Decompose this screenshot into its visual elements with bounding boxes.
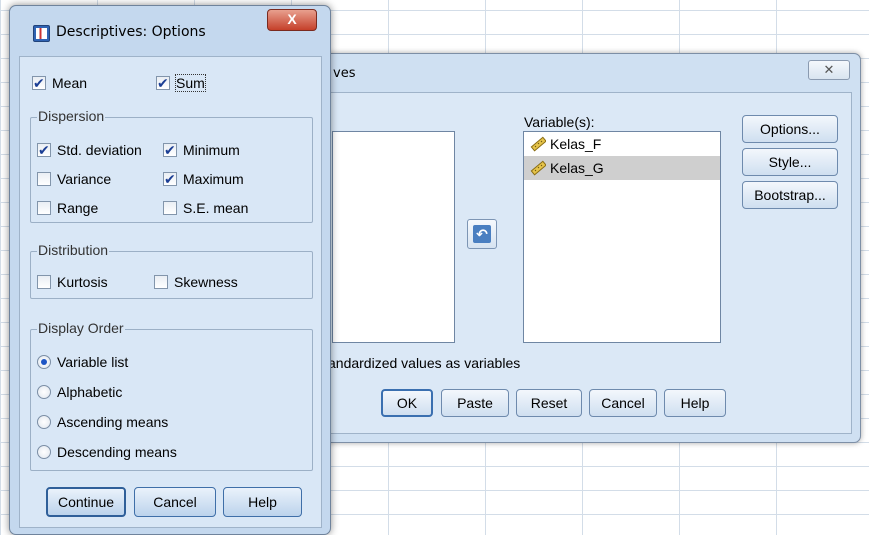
left-arrow-icon: ↶ (473, 225, 491, 243)
minimum-label: Minimum (183, 142, 240, 158)
distribution-group: Distribution Kurtosis Skewness (30, 242, 313, 299)
descriptives-dialog-body: ↶ Variable(s): Kelas_F Kelas_G Options..… (328, 92, 852, 434)
ruler-icon (530, 160, 546, 176)
variance-label: Variance (57, 171, 112, 187)
checkbox-checked-icon (163, 169, 177, 189)
mean-label: Mean (52, 75, 88, 91)
options-dialog-title: Descriptives: Options (56, 24, 206, 40)
source-variable-list[interactable] (332, 131, 455, 343)
checkbox-unchecked-icon (37, 172, 51, 186)
reset-button[interactable]: Reset (516, 389, 582, 417)
variable-list-radio[interactable]: Variable list (37, 352, 128, 372)
ascending-means-label: Ascending means (57, 414, 169, 430)
descriptives-dialog: ves ✕ ↶ Variable(s): Kelas_F Kelas_G Opt… (320, 53, 861, 443)
options-dialog: Descriptives: Options X Mean Sum Dispers… (9, 5, 331, 535)
std-deviation-label: Std. deviation (57, 142, 142, 158)
maximum-label: Maximum (183, 171, 244, 187)
distribution-legend: Distribution (37, 242, 110, 258)
target-variable-list[interactable]: Kelas_F Kelas_G (523, 131, 721, 343)
kurtosis-label: Kurtosis (57, 274, 108, 290)
move-variable-button[interactable]: ↶ (467, 219, 497, 249)
save-standardized-label: andardized values as variables (328, 355, 521, 371)
help-button[interactable]: Help (223, 487, 302, 517)
radio-unselected-icon (37, 415, 51, 429)
variable-name: Kelas_F (550, 136, 602, 152)
std-deviation-checkbox[interactable]: Std. deviation (37, 140, 142, 160)
spss-app-icon (33, 25, 50, 42)
close-icon: X (287, 11, 297, 27)
options-button[interactable]: Options... (742, 115, 838, 143)
variable-name: Kelas_G (550, 160, 604, 176)
radio-unselected-icon (37, 445, 51, 459)
skewness-checkbox[interactable]: Skewness (154, 272, 238, 292)
alphabetic-radio[interactable]: Alphabetic (37, 382, 122, 402)
checkbox-checked-icon (163, 140, 177, 160)
ok-button[interactable]: OK (381, 389, 433, 417)
mean-checkbox[interactable]: Mean (32, 73, 87, 93)
range-label: Range (57, 200, 99, 216)
list-item[interactable]: Kelas_F (524, 132, 720, 156)
close-icon: ✕ (823, 62, 835, 77)
display-order-group: Display Order Variable list Alphabetic A… (30, 320, 313, 471)
bootstrap-button[interactable]: Bootstrap... (742, 181, 838, 209)
checkbox-checked-icon (156, 73, 170, 93)
sum-label: Sum (175, 74, 206, 92)
descriptives-close-button[interactable]: ✕ (808, 60, 850, 80)
help-button[interactable]: Help (664, 389, 726, 417)
skewness-label: Skewness (174, 274, 238, 290)
style-button[interactable]: Style... (742, 148, 838, 176)
dispersion-group: Dispersion Std. deviation Minimum Varian… (30, 108, 313, 223)
maximum-checkbox[interactable]: Maximum (163, 169, 244, 189)
variance-checkbox[interactable]: Variance (37, 169, 111, 189)
checkbox-checked-icon (37, 140, 51, 160)
ruler-icon (530, 136, 546, 152)
alphabetic-label: Alphabetic (57, 384, 123, 400)
radio-selected-icon (37, 355, 51, 369)
descending-means-label: Descending means (57, 444, 177, 460)
descriptives-dialog-title: ves (333, 66, 356, 81)
sum-checkbox[interactable]: Sum (156, 73, 206, 93)
se-mean-checkbox[interactable]: S.E. mean (163, 198, 248, 218)
range-checkbox[interactable]: Range (37, 198, 98, 218)
cancel-button[interactable]: Cancel (134, 487, 216, 517)
se-mean-label: S.E. mean (183, 200, 249, 216)
descending-means-radio[interactable]: Descending means (37, 442, 177, 462)
ascending-means-radio[interactable]: Ascending means (37, 412, 168, 432)
radio-unselected-icon (37, 385, 51, 399)
minimum-checkbox[interactable]: Minimum (163, 140, 240, 160)
checkbox-unchecked-icon (154, 275, 168, 289)
kurtosis-checkbox[interactable]: Kurtosis (37, 272, 108, 292)
continue-button[interactable]: Continue (46, 487, 126, 517)
list-item[interactable]: Kelas_G (524, 156, 720, 180)
paste-button[interactable]: Paste (441, 389, 509, 417)
dispersion-legend: Dispersion (37, 108, 106, 124)
checkbox-unchecked-icon (37, 275, 51, 289)
cancel-button[interactable]: Cancel (589, 389, 657, 417)
checkbox-checked-icon (32, 73, 46, 93)
checkbox-unchecked-icon (37, 201, 51, 215)
display-order-legend: Display Order (37, 320, 125, 336)
options-close-button[interactable]: X (267, 9, 317, 31)
options-dialog-body: Mean Sum Dispersion Std. deviation Minim… (19, 56, 322, 528)
checkbox-unchecked-icon (163, 201, 177, 215)
variable-list-label: Variable list (57, 354, 129, 370)
variables-label: Variable(s): (524, 114, 595, 130)
